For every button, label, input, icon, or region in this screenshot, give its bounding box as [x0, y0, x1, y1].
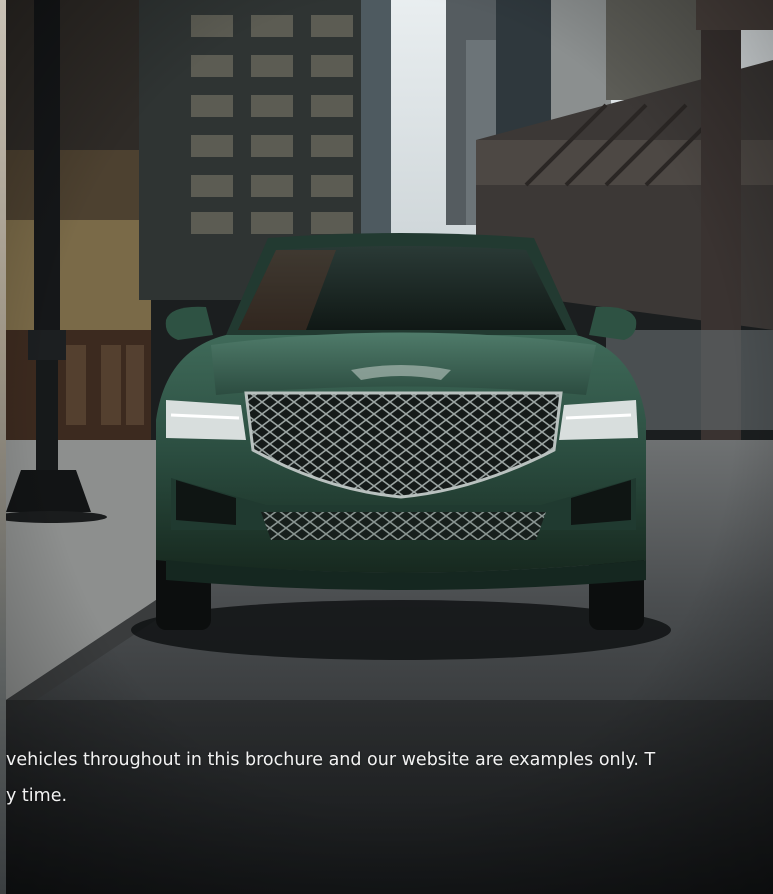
brochure-page: vehicles throughout in this brochure and…: [0, 0, 773, 894]
disclaimer-caption: vehicles throughout in this brochure and…: [6, 742, 773, 814]
caption-line-1: vehicles throughout in this brochure and…: [6, 750, 656, 770]
caption-line-2: y time.: [6, 786, 68, 806]
